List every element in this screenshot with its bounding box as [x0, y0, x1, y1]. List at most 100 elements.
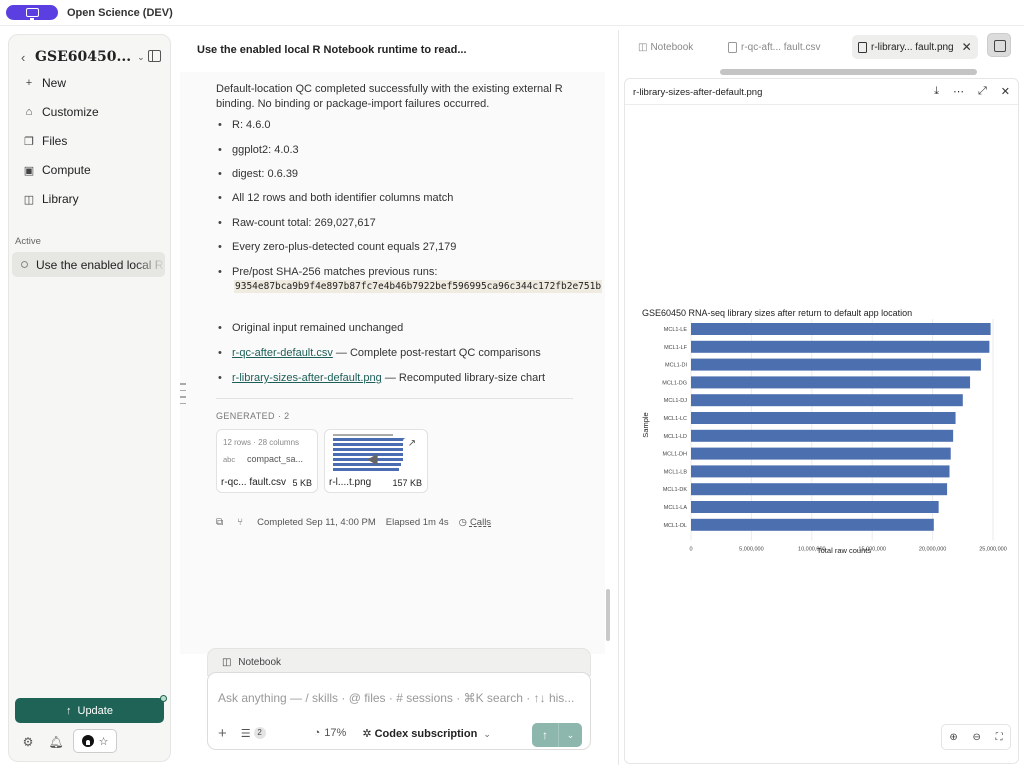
y-axis-label: Sample: [641, 412, 650, 437]
image-viewer: r-library-sizes-after-default.png ⤓ ⋯ ⤢ …: [624, 78, 1019, 764]
open-external-icon[interactable]: ↗: [403, 438, 421, 454]
sidebar-toggle-icon[interactable]: [148, 50, 161, 62]
sidebar: ‹ GSE60450... ⌄ + New ⌂ Customize ❐ File…: [8, 34, 171, 762]
file-link-csv[interactable]: r-qc-after-default.csv: [232, 347, 333, 359]
tab-library-png[interactable]: r-library... fault.png ✕: [852, 35, 978, 59]
branch-icon[interactable]: ⑂: [237, 517, 243, 528]
list-item: digest: 0.6.39: [218, 167, 582, 182]
resize-handle[interactable]: [180, 383, 187, 413]
bar: [691, 412, 956, 424]
chart-title: GSE60450 RNA-seq library sizes after ret…: [642, 308, 912, 318]
file-meta: 12 rows · 28 columns: [223, 438, 300, 447]
close-icon[interactable]: ✕: [1001, 85, 1010, 98]
viewer-actions: ⤓ ⋯ ⤢ ✕: [920, 85, 1010, 98]
github-icon: [81, 735, 94, 747]
workspace-header[interactable]: ‹ GSE60450... ⌄: [21, 47, 161, 67]
file-name: r-qc... fault.csv: [221, 477, 287, 488]
sidebar-item-new[interactable]: + New: [22, 73, 66, 93]
bar: [691, 501, 939, 513]
active-session-item[interactable]: Use the enabled local R Notebook runtime…: [12, 252, 165, 277]
top-bar: Open Science (DEV): [0, 0, 1024, 26]
plus-icon: +: [25, 77, 33, 89]
message-input[interactable]: Ask anything — / skills · @ files · # se…: [218, 691, 580, 705]
file-size: 157 KB: [392, 478, 422, 488]
sidebar-item-files[interactable]: ❐ Files: [22, 131, 67, 151]
close-icon[interactable]: ✕: [962, 40, 972, 54]
scrollbar[interactable]: [606, 589, 610, 641]
more-icon[interactable]: ⋯: [953, 85, 964, 98]
conversation-title: Use the enabled local R Notebook runtime…: [197, 44, 467, 56]
list-item-link: r-library-sizes-after-default.png — Reco…: [218, 371, 582, 386]
bar: [691, 340, 990, 353]
expand-icon[interactable]: ⤢: [978, 85, 987, 98]
message-status-row: ⧉ ⑂ Completed Sep 11, 4:00 PM Elapsed 1m…: [216, 515, 491, 529]
calls-link[interactable]: Calls: [470, 517, 491, 528]
section-label-active: Active: [15, 236, 41, 247]
file-card-png[interactable]: ↗ r-l....t.png 157 KB: [324, 429, 428, 493]
elapsed-time: Elapsed 1m 4s: [385, 516, 449, 528]
app-switcher-button[interactable]: [6, 5, 58, 20]
column-name: compact_sa...: [247, 454, 304, 464]
notebook-label: Notebook: [238, 657, 282, 668]
y-tick-label: MCL1-LE: [664, 327, 688, 333]
tools-icon[interactable]: ☰: [241, 727, 251, 740]
settings-icon[interactable]: ⚙: [19, 732, 37, 752]
tab-scrollbar[interactable]: [720, 69, 977, 75]
fit-screen-icon[interactable]: ⛶: [996, 732, 1003, 743]
panel-toggle-button[interactable]: [987, 33, 1011, 57]
github-star-button[interactable]: ☆: [73, 729, 117, 753]
y-tick-label: MCL1-LB: [664, 469, 688, 475]
composer-toolbar: + ☰ 2 ◔ 17% ✲ Codex subscription ⌄ ↑ ⌄: [218, 723, 582, 747]
bell-icon[interactable]: 🔔︎: [47, 732, 65, 752]
send-options-button[interactable]: ⌄: [559, 723, 582, 747]
sidebar-item-label: Files: [42, 134, 68, 148]
composer-box: Ask anything — / skills · @ files · # se…: [207, 672, 591, 750]
send-button[interactable]: ↑: [532, 723, 559, 747]
sidebar-item-library[interactable]: ◫ Library: [22, 189, 79, 209]
y-tick-label: MCL1-DH: [663, 452, 687, 458]
sidebar-item-label: Library: [42, 192, 79, 206]
y-tick-label: MCL1-DJ: [664, 398, 687, 404]
file-link-png[interactable]: r-library-sizes-after-default.png: [232, 372, 382, 384]
sha256-hash: 9354e87bca9b9f4e897b87fc7e4b46b7922bef59…: [234, 280, 603, 293]
zoom-in-icon[interactable]: ⊕: [949, 732, 957, 743]
list-item: Raw-count total: 269,027,617: [218, 216, 582, 231]
y-tick-label: MCL1-DK: [663, 487, 687, 493]
session-status-icon: [21, 261, 28, 268]
tab-notebook[interactable]: ◫ Notebook: [638, 35, 693, 59]
model-selector[interactable]: ✲ Codex subscription ⌄: [362, 727, 491, 740]
sidebar-item-label: Customize: [42, 105, 99, 119]
codex-icon: ✲: [362, 727, 372, 740]
y-tick-label: MCL1-DG: [662, 380, 687, 386]
generated-label: GENERATED · 2: [216, 411, 290, 421]
chevron-down-icon[interactable]: ⌄: [137, 52, 145, 63]
download-icon[interactable]: ⤓: [934, 85, 939, 98]
list-item: ggplot2: 4.0.3: [218, 143, 582, 158]
sidebar-item-customize[interactable]: ⌂ Customize: [22, 102, 99, 122]
context-usage: 17%: [324, 727, 347, 739]
viewer-file-title: r-library-sizes-after-default.png: [633, 87, 763, 98]
update-label: Update: [77, 704, 113, 717]
library-icon: ◫: [23, 193, 35, 206]
y-tick-label: MCL1-DL: [663, 523, 687, 529]
gauge-icon: ◔: [313, 727, 321, 739]
composer: ◫ Notebook Ask anything — / skills · @ f…: [207, 648, 591, 750]
chevron-down-icon: ⌄: [483, 728, 491, 739]
sidebar-item-compute[interactable]: ▣ Compute: [22, 160, 91, 180]
y-tick-label: MCL1-DI: [665, 363, 687, 369]
copy-icon[interactable]: ⧉: [216, 517, 223, 528]
tab-qc-csv[interactable]: r-qc-aft... fault.csv: [728, 35, 820, 59]
update-button[interactable]: ↑ Update: [15, 695, 167, 723]
zoom-out-icon[interactable]: ⊖: [972, 732, 980, 743]
sidebar-item-label: New: [42, 76, 67, 90]
file-card-csv[interactable]: 12 rows · 28 columns abc compact_sa... r…: [216, 429, 318, 493]
bar: [691, 465, 950, 478]
completed-time: Completed Sep 11, 4:00 PM: [257, 516, 376, 528]
chevron-left-icon[interactable]: ‹: [21, 50, 35, 65]
assistant-message: Default-location QC completed successful…: [216, 83, 563, 110]
viewer-tabs: ◫ Notebook r-qc-aft... fault.csv r-libra…: [628, 35, 1018, 59]
add-attachment-button[interactable]: +: [218, 725, 227, 742]
library-size-chart: GSE60450 RNA-seq library sizes after ret…: [641, 308, 1007, 555]
bar: [691, 323, 991, 335]
bar: [691, 483, 948, 496]
